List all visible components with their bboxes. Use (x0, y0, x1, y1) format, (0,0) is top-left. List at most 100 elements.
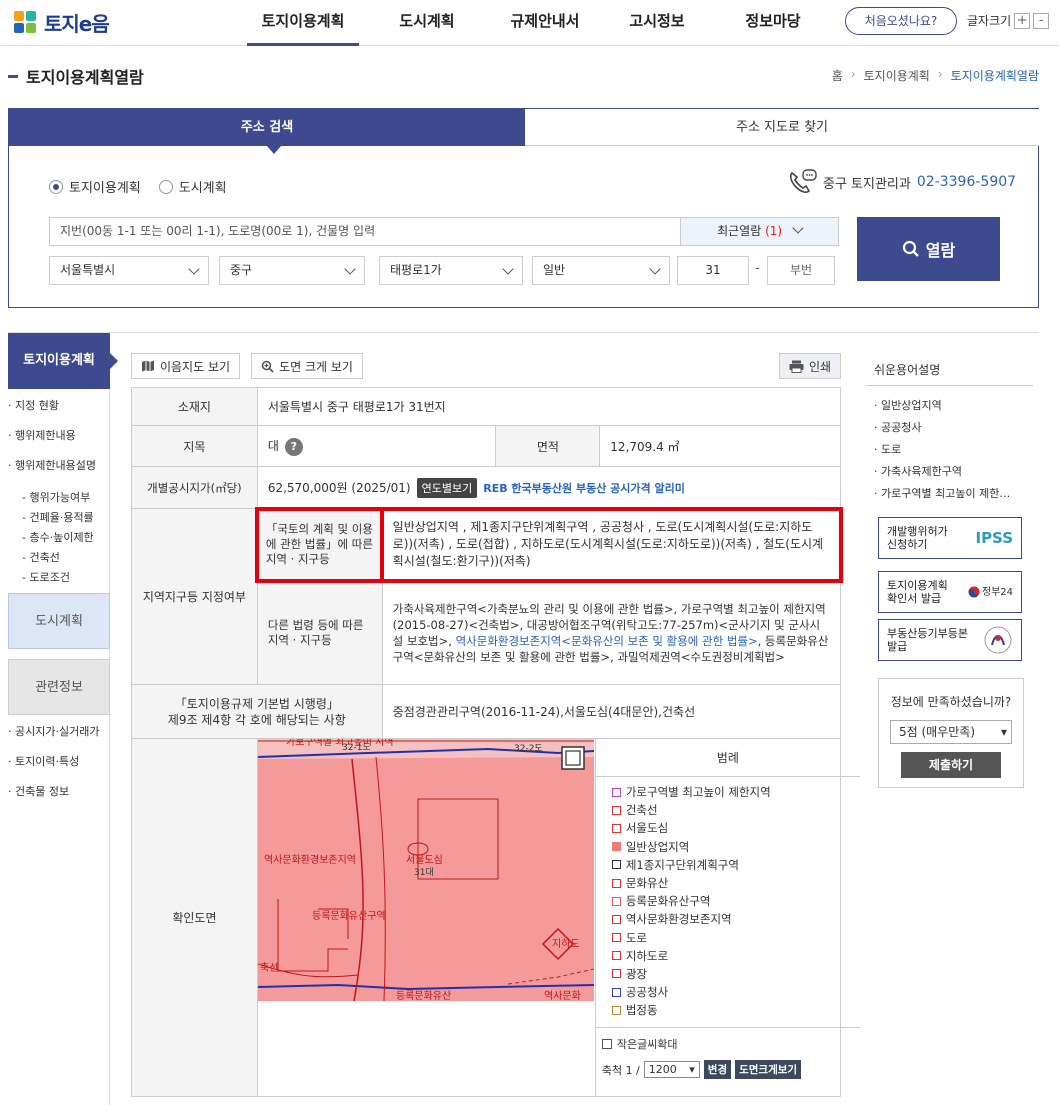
term-item[interactable]: · 가로구역별 최고높이 제한… (874, 485, 1010, 501)
breadcrumb-current[interactable]: 토지이용계획열람 (951, 67, 1039, 84)
lnb-price[interactable]: · 공시지가·실거래가 (8, 723, 99, 739)
view-button[interactable]: 열람 (857, 217, 1000, 281)
contact-phone[interactable]: 02-3396-5907 (917, 174, 1016, 190)
chevron-down-icon: ▾ (1000, 725, 1007, 739)
view-button-label: 열람 (925, 241, 956, 260)
chevron-down-icon: ▾ (689, 1063, 695, 1076)
font-decrease-button[interactable]: - (1033, 12, 1050, 29)
gov24-logo: 정부24 (968, 586, 1013, 599)
legend-item: 지하도로 (611, 947, 860, 965)
lnb-sub-coverage[interactable]: - 건폐율·용적률 (22, 509, 94, 525)
term-item[interactable]: · 공공청사 (874, 419, 921, 435)
lnb-head[interactable]: 토지이용계획 (8, 333, 110, 389)
lnb-sub-height[interactable]: - 층수·높이제한 (22, 529, 94, 545)
enlarge-map-button[interactable]: 도면 크게 보기 (251, 353, 363, 379)
chevron-down-icon (649, 263, 661, 275)
top-bar: 토지e음 토지이용계획 도시계획 규제안내서 고시정보 정보마당 처음오셨나요?… (0, 0, 1059, 46)
sub-number-input[interactable]: 부번 (767, 256, 835, 285)
nav-land-use-plan[interactable]: 토지이용계획 (247, 0, 359, 46)
recent-label: 최근열람 (717, 224, 762, 238)
legend-item: 법정동 (611, 1001, 860, 1019)
map-label: 역사문화환경보존지역 (264, 853, 356, 866)
zoning-map[interactable]: 가로구역별 최고높이 지역 32-1도 32-2도 역사문화환경보존지역 서울도… (257, 739, 594, 1001)
lnb-history[interactable]: · 토지이력·특성 (8, 753, 79, 769)
location-label: 소재지 (131, 387, 258, 426)
law2-label: 다른 법령 등에 따른 지역 · 지구등 (256, 580, 383, 685)
lnb-sub-road[interactable]: - 도로조건 (22, 569, 70, 585)
term-item[interactable]: · 일반상업지역 (874, 397, 942, 413)
help-icon[interactable]: ? (284, 437, 303, 456)
law2-link[interactable]: 역사문화환경보존지역<문화유산의 보존 및 활용에 관한 법률> (456, 634, 758, 648)
survey-select[interactable]: 5점 (매우만족) ▾ (890, 720, 1012, 744)
main-number-input[interactable]: 31 (677, 256, 749, 285)
scale-select[interactable]: 1200 ▾ (643, 1061, 700, 1078)
lnb-related-info[interactable]: 관련정보 (8, 659, 110, 715)
tab-map-search[interactable]: 주소 지도로 찾기 (525, 109, 1039, 146)
radio-land-use[interactable]: 토지이용계획 (49, 177, 141, 196)
reb-logo[interactable]: REB 한국부동산원 부동산 공시가격 알리미 (483, 482, 685, 495)
nav-urban-plan[interactable]: 도시계획 (371, 0, 483, 46)
yearly-view-button[interactable]: 연도별보기 (416, 477, 478, 498)
certificate-banner[interactable]: 토지이용계획 확인서 발급 정부24 (878, 571, 1022, 613)
chevron-right-icon: › (937, 67, 943, 81)
view-map-button[interactable]: 이음지도 보기 (131, 353, 240, 379)
breadcrumb-home[interactable]: 홈 (832, 67, 843, 84)
tab-address-search[interactable]: 주소 검색 (9, 109, 525, 146)
contact-info: 중구 토지관리과 02-3396-5907 (787, 169, 1016, 195)
map-label: 32-1도 (342, 743, 371, 753)
development-permit-banner[interactable]: 개발행위허가 신청하기 IPSS (878, 517, 1022, 559)
lnb-designation-status[interactable]: · 지정 현황 (8, 397, 59, 413)
recent-view-dropdown[interactable]: 최근열람 (1) (680, 217, 839, 246)
term-text: 도로 (881, 443, 902, 456)
registry-banner[interactable]: 부동산등기부등본 발급 (878, 619, 1022, 661)
title-bar-icon (8, 74, 18, 78)
lnb-restriction[interactable]: · 행위제한내용 (8, 427, 76, 443)
dong-select[interactable]: 태평로1가 (379, 256, 523, 285)
small-text-checkbox[interactable] (601, 1039, 612, 1049)
map-fullscreen-icon[interactable] (561, 746, 585, 770)
term-item[interactable]: · 도로 (874, 441, 901, 457)
banner-text: 부동산등기부등본 발급 (887, 627, 968, 653)
lnb-sub-building-line[interactable]: - 건축선 (22, 549, 60, 565)
legend-swatch-icon (611, 933, 621, 943)
satisfaction-survey: 정보에 만족하셨습니까? 5점 (매우만족) ▾ 제출하기 (878, 678, 1024, 788)
land-type-select[interactable]: 일반 (532, 256, 670, 285)
address-search-input[interactable]: 지번(00동 1-1 또는 00리 1-1), 도로명(00로 1), 건물명 … (49, 217, 681, 246)
basic-law-value: 중점경관관리구역(2016-11-24),서울도심(4대문안),건축선 (381, 684, 842, 739)
sigungu-select[interactable]: 중구 (219, 256, 365, 285)
term-item[interactable]: · 가축사육제한구역 (874, 463, 962, 479)
legend-swatch-icon (611, 896, 621, 906)
taegeuk-icon (968, 586, 980, 598)
sido-select[interactable]: 서울특별시 (49, 256, 209, 285)
content: 이음지도 보기 도면 크게 보기 인쇄 소재지 서울특별시 중구 태평로1가 3… (131, 333, 860, 1105)
survey-value: 5점 (매우만족) (899, 725, 976, 739)
nav-info-plaza[interactable]: 정보마당 (717, 0, 829, 46)
survey-submit-button[interactable]: 제출하기 (901, 752, 1001, 778)
nav-regulation-guide[interactable]: 규제안내서 (489, 0, 601, 46)
legend-label: 법정동 (625, 1003, 658, 1018)
font-increase-button[interactable]: + (1014, 12, 1031, 29)
map-enlarge-button[interactable]: 도면크게보기 (735, 1060, 802, 1079)
first-visit-button[interactable]: 처음오셨나요? (845, 7, 957, 35)
font-size-label: 글자크기 (967, 14, 1012, 28)
legend-swatch-icon (611, 878, 621, 888)
map-label: 서울도심 (406, 854, 443, 866)
lnb-urban-plan[interactable]: 도시계획 (8, 593, 110, 649)
nav-notice-info[interactable]: 고시정보 (601, 0, 713, 46)
print-button[interactable]: 인쇄 (779, 353, 841, 379)
number-dash: - (755, 261, 760, 276)
legend-swatch-icon (611, 842, 621, 852)
logo[interactable]: 토지e음 (14, 8, 110, 37)
map-label: 31대 (414, 867, 434, 878)
lnb-restriction-desc[interactable]: · 행위제한내용설명 (8, 457, 96, 473)
legend-label: 일반상업지역 (625, 839, 690, 854)
radio-urban[interactable]: 도시계획 (158, 177, 227, 196)
scale-change-button[interactable]: 변경 (703, 1060, 732, 1079)
breadcrumb-land-use[interactable]: 토지이용계획 (864, 67, 930, 84)
jimok-cell: 대? (256, 425, 497, 467)
legend-item: 공공청사 (611, 983, 860, 1001)
lnb-building[interactable]: · 건축물 정보 (8, 783, 69, 799)
lnb-sub-allowed[interactable]: - 행위가능여부 (22, 489, 90, 505)
select-value: 중구 (230, 263, 253, 277)
select-value: 일반 (543, 263, 566, 277)
